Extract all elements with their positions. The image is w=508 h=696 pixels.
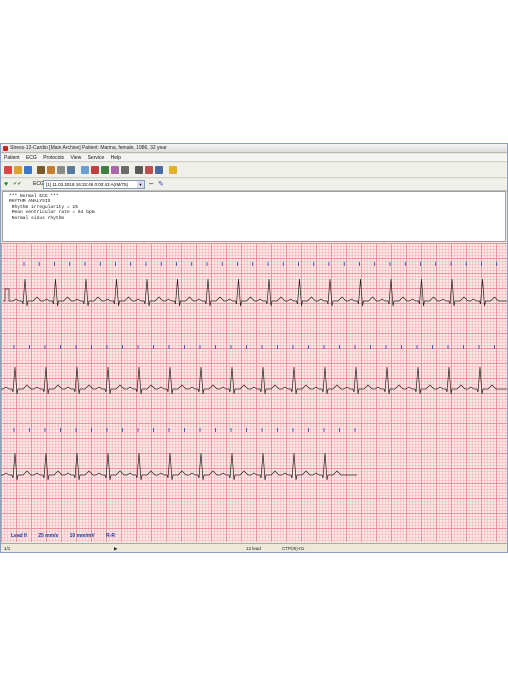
refresh-icon[interactable] <box>155 166 163 174</box>
menu-service[interactable]: Service <box>85 154 107 162</box>
pen-icon[interactable]: ✎ <box>158 180 164 189</box>
report-line: RHYTHM ANALYSIS <box>9 199 51 205</box>
help-icon[interactable] <box>169 166 177 174</box>
ecg-select[interactable]: [1] 11.03.2018 16:32:46 0:00:43 A(rM/75)… <box>43 180 145 189</box>
main-toolbar <box>1 163 507 178</box>
menu-ecg[interactable]: ECG <box>23 154 39 162</box>
calc-icon[interactable] <box>67 166 75 174</box>
new-icon[interactable] <box>4 166 12 174</box>
export-icon[interactable] <box>145 166 153 174</box>
ecg-select-value: [1] 11.03.2018 16:32:46 0:00:43 A(rM/75) <box>46 182 128 187</box>
speed-label[interactable]: 25 mm/s <box>38 533 58 539</box>
ecg-trace-row3 <box>1 452 357 481</box>
status-device: CTP(III)-01 <box>282 546 305 551</box>
print-preview-icon[interactable] <box>135 166 143 174</box>
status-bar: 1/1 ▶ 12 lead CTP(III)-01 <box>1 543 507 552</box>
mode-label[interactable]: R-R <box>106 533 115 539</box>
save-icon[interactable] <box>24 166 32 174</box>
zoom-icon[interactable] <box>47 166 55 174</box>
menu-bar: Patient ECG Protocols View Service Help <box>1 154 507 162</box>
menu-protocols[interactable]: Protocols <box>40 154 66 162</box>
ecg-trace-row1 <box>3 278 507 307</box>
ruler-icon[interactable] <box>81 166 89 174</box>
open-icon[interactable] <box>14 166 22 174</box>
app-icon <box>3 146 8 151</box>
filter-icon[interactable] <box>37 166 45 174</box>
app-window: Stress-12-Cardio [Main Archive] Patient:… <box>0 143 508 553</box>
title-bar: Stress-12-Cardio [Main Archive] Patient:… <box>1 144 507 153</box>
ecg-traces <box>1 262 507 481</box>
report-line: Normal sinus rhythm <box>9 215 65 221</box>
print-icon[interactable] <box>57 166 65 174</box>
minus-icon[interactable]: – <box>149 179 153 189</box>
status-page: 1/1 <box>4 546 11 551</box>
ecg-trace-row2 <box>1 366 507 395</box>
measure-icon[interactable] <box>91 166 99 174</box>
ecg-settings: Lead II 25 mm/s 10 mm/mV R-R <box>11 533 125 539</box>
report-line: Mean ventricular rate = 64 bpm <box>9 210 95 216</box>
status-leads: 12 lead <box>246 546 261 551</box>
heart-icon[interactable]: ♥ <box>4 180 8 189</box>
list-icon[interactable] <box>111 166 119 174</box>
report-panel[interactable]: *** Normal ECG *** RHYTHM ANALYSIS Rhyth… <box>2 191 506 242</box>
play-icon[interactable]: ▶ <box>114 545 117 552</box>
gain-label[interactable]: 10 mm/mV <box>70 533 95 539</box>
settings-icon[interactable] <box>121 166 129 174</box>
lead-label[interactable]: Lead II <box>11 533 27 539</box>
menu-view[interactable]: View <box>67 154 83 162</box>
check-icon[interactable]: ✔✔ <box>13 181 21 188</box>
ecg-strip-area[interactable]: Lead II 25 mm/s 10 mm/mV R-R <box>1 243 507 542</box>
chart-icon[interactable] <box>101 166 109 174</box>
menu-help[interactable]: Help <box>108 154 123 162</box>
menu-patient[interactable]: Patient <box>1 154 22 162</box>
ecg-toolbar: ♥ ✔✔ ECG: [1] 11.03.2018 16:32:46 0:00:4… <box>1 179 507 191</box>
chevron-down-icon[interactable]: ▼ <box>137 181 144 188</box>
window-title: Stress-12-Cardio [Main Archive] Patient:… <box>10 145 167 151</box>
